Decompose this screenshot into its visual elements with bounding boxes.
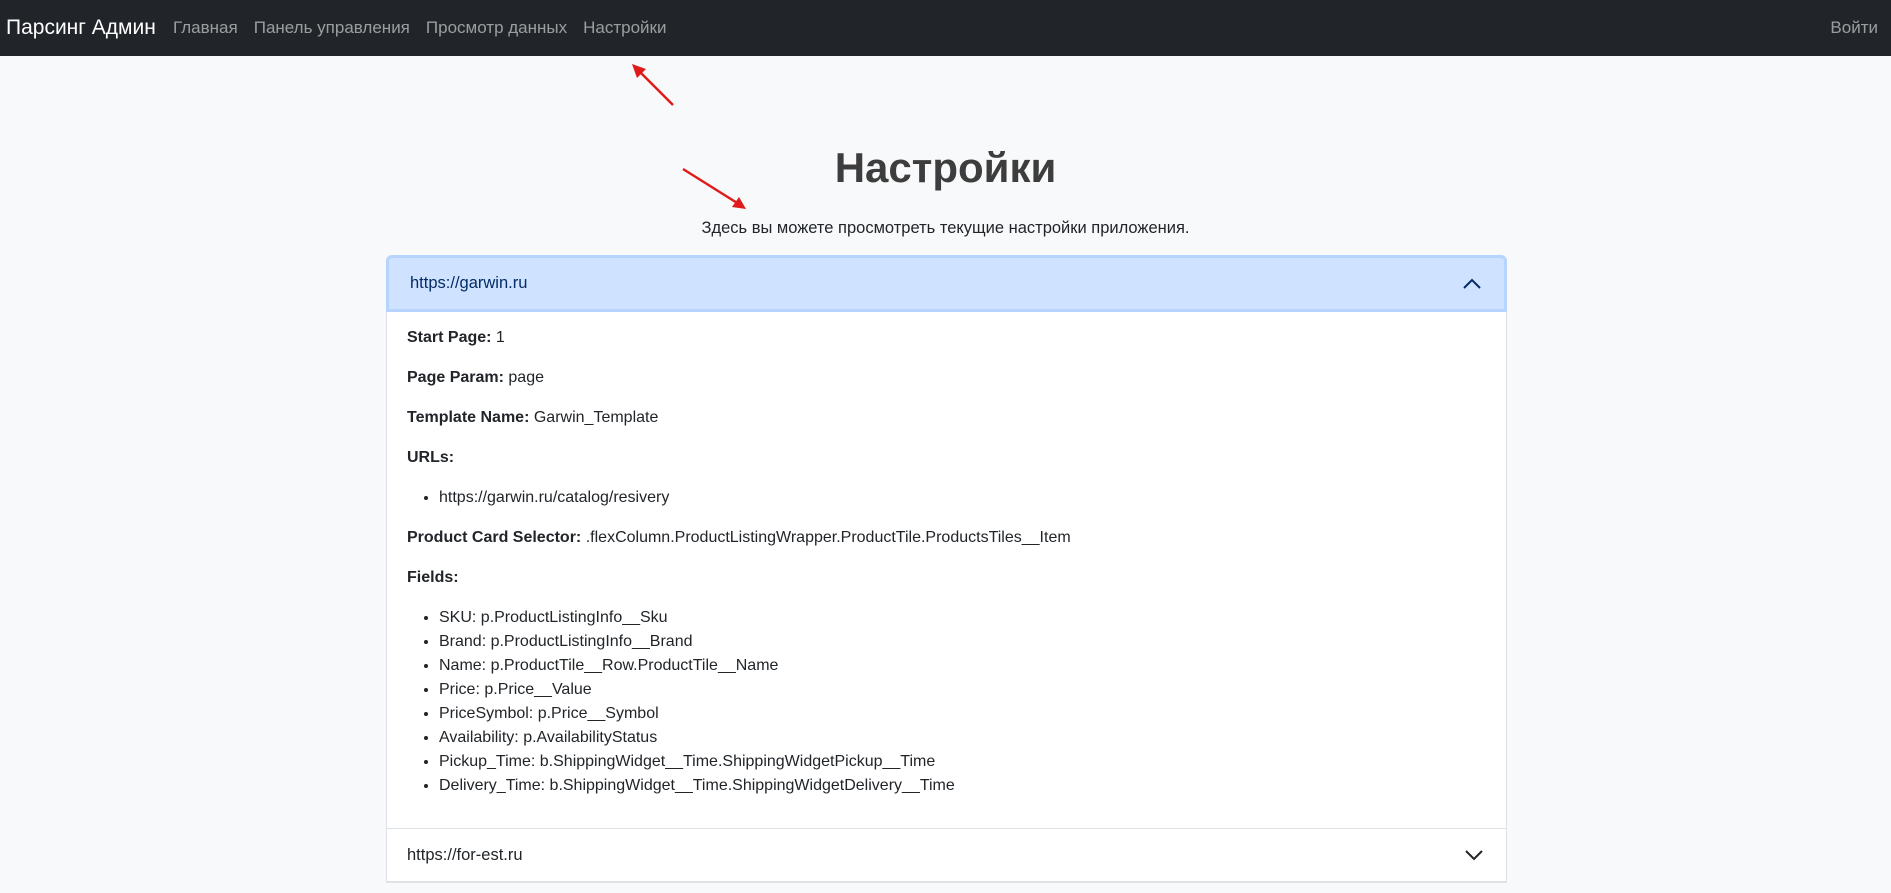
chevron-up-icon <box>1463 278 1481 289</box>
setting-page-param: Page Param: page <box>407 366 1486 390</box>
setting-value: 1 <box>495 329 505 346</box>
setting-urls-heading: URLs: <box>407 446 1486 470</box>
fields-list: SKU: p.ProductListingInfo__Sku Brand: p.… <box>407 606 1486 798</box>
list-item: https://garwin.ru/catalog/resivery <box>439 486 1486 510</box>
list-item: Delivery_Time: b.ShippingWidget__Time.Sh… <box>439 774 1486 798</box>
setting-label: Fields: <box>407 569 459 586</box>
nav-link-home[interactable]: Главная <box>173 17 238 39</box>
page-subtitle: Здесь вы можете просмотреть текущие наст… <box>701 219 1190 237</box>
list-item: Availability: p.AvailabilityStatus <box>439 726 1486 750</box>
accordion-body-garwin: Start Page: 1 Page Param: page Template … <box>387 312 1506 829</box>
navbar-brand[interactable]: Парсинг Админ <box>6 14 156 42</box>
accordion-header-garwin[interactable]: https://garwin.ru <box>386 255 1507 312</box>
setting-template-name: Template Name: Garwin_Template <box>407 406 1486 430</box>
annotation-arrow-nav <box>632 64 674 106</box>
page: Парсинг Админ Главная Панель управления … <box>0 0 1891 893</box>
nav-link-settings[interactable]: Настройки <box>583 17 666 39</box>
accordion-header-for-est[interactable]: https://for-est.ru <box>387 829 1506 882</box>
list-item: Brand: p.ProductListingInfo__Brand <box>439 630 1486 654</box>
login-link[interactable]: Войти <box>1830 17 1878 39</box>
setting-fields-heading: Fields: <box>407 566 1486 590</box>
setting-label: Page Param: <box>407 369 504 386</box>
setting-label: Template Name: <box>407 409 530 426</box>
setting-value: page <box>508 369 544 386</box>
accordion-header-label: https://for-est.ru <box>407 845 523 864</box>
setting-label: Start Page: <box>407 329 492 346</box>
setting-label: Product Card Selector: <box>407 529 582 546</box>
list-item: Price: p.Price__Value <box>439 678 1486 702</box>
accordion-header-label: https://garwin.ru <box>410 274 528 292</box>
setting-value: Garwin_Template <box>533 409 659 426</box>
page-title: Настройки <box>834 144 1057 191</box>
top-navbar: Парсинг Админ Главная Панель управления … <box>0 0 1891 56</box>
list-item: Name: p.ProductTile__Row.ProductTile__Na… <box>439 654 1486 678</box>
setting-label: URLs: <box>407 449 455 466</box>
chevron-down-icon <box>1465 850 1483 861</box>
nav-link-dashboard[interactable]: Панель управления <box>254 17 410 39</box>
nav-link-data-view[interactable]: Просмотр данных <box>426 17 567 39</box>
nav-links: Главная Панель управления Просмотр данны… <box>173 17 682 39</box>
list-item: Pickup_Time: b.ShippingWidget__Time.Ship… <box>439 750 1486 774</box>
urls-list: https://garwin.ru/catalog/resivery <box>407 486 1486 510</box>
setting-product-card-selector: Product Card Selector: .flexColumn.Produ… <box>407 526 1486 550</box>
setting-start-page: Start Page: 1 <box>407 326 1486 350</box>
setting-value: .flexColumn.ProductListingWrapper.Produc… <box>585 529 1071 546</box>
settings-accordion: https://garwin.ru Start Page: 1 Page Par… <box>386 255 1507 883</box>
list-item: PriceSymbol: p.Price__Symbol <box>439 702 1486 726</box>
list-item: SKU: p.ProductListingInfo__Sku <box>439 606 1486 630</box>
